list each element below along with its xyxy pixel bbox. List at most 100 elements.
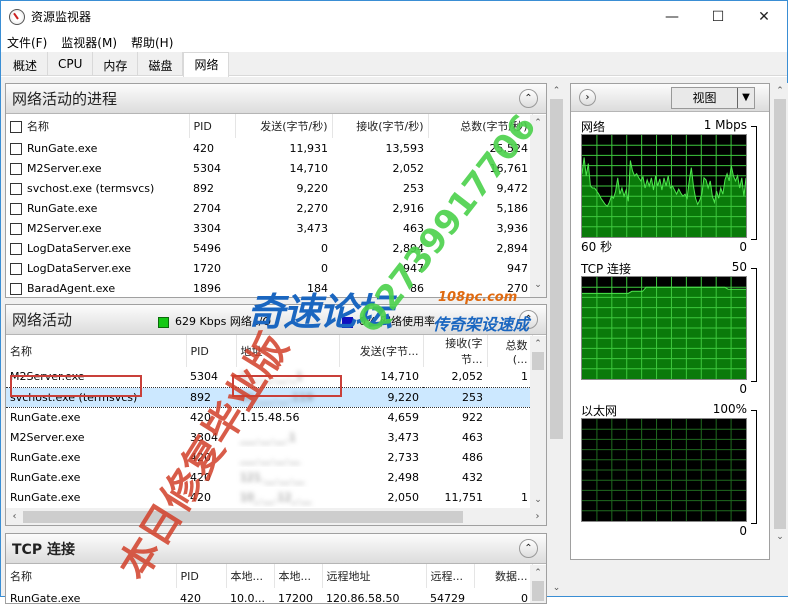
col-pid[interactable]: PID	[176, 564, 227, 588]
col-address[interactable]: 地址	[236, 335, 340, 367]
menu-file[interactable]: 文件(F)	[7, 34, 47, 51]
hscroll-thumb[interactable]	[23, 510, 463, 523]
process-name[interactable]: RunGate.exe	[6, 138, 189, 158]
process-row[interactable]: svchost.exe (termsvcs) 892 9,220 253 9,472	[6, 178, 532, 198]
col-name[interactable]: 名称	[6, 335, 187, 367]
select-all-checkbox[interactable]	[10, 121, 22, 133]
tcp-row[interactable]: RunGate.exe 420 10.0... 17200 120.86.58.50 54…	[6, 588, 532, 604]
scroll-down-icon[interactable]: ⌄	[530, 277, 546, 293]
process-row[interactable]: BaradAgent.exe 1896 184 86 270	[6, 278, 532, 297]
process-checkbox[interactable]	[10, 182, 22, 195]
scroll-thumb[interactable]	[532, 352, 544, 370]
collapse-icon[interactable]: ⌃	[519, 539, 538, 558]
process-checkbox[interactable]	[10, 142, 22, 155]
scroll-up-icon[interactable]: ⌃	[530, 565, 546, 581]
col-total[interactable]: 总数(...	[487, 335, 533, 367]
col-total[interactable]: 总数(字节/秒)	[428, 114, 533, 138]
scroll-thumb[interactable]	[550, 99, 563, 439]
scroll-thumb[interactable]	[532, 581, 544, 601]
tab-disk[interactable]: 磁盘	[138, 52, 184, 76]
collapse-icon[interactable]: ⌃	[519, 89, 538, 108]
activity-recv: 2,052	[451, 370, 484, 384]
col-local-port[interactable]: 本地...	[274, 564, 323, 588]
maximize-button[interactable]: ☐	[695, 1, 741, 32]
process-name[interactable]: LogDataServer.exe	[6, 238, 189, 258]
processes-scrollbar[interactable]: ⌃ ⌄	[530, 115, 546, 297]
col-local-addr[interactable]: 本地...	[226, 564, 275, 588]
col-name[interactable]: 名称	[6, 564, 177, 588]
process-pid: 1720	[193, 261, 221, 275]
activity-total	[487, 447, 532, 467]
chevron-right-icon[interactable]: ›	[579, 89, 596, 106]
scroll-up-icon[interactable]: ⌃	[530, 336, 546, 352]
scroll-left-icon[interactable]: ‹	[6, 511, 23, 522]
process-name[interactable]: M2Server.exe	[6, 218, 189, 238]
menu-help[interactable]: 帮助(H)	[131, 34, 173, 51]
activity-vscrollbar[interactable]: ⌃ ⌄	[530, 336, 546, 510]
activity-row[interactable]: RunGate.exe 420 1.15.48.56 4,659 922	[6, 407, 532, 427]
minimize-button[interactable]: —	[649, 1, 695, 32]
process-name[interactable]: LogDataServer.exe	[6, 258, 189, 278]
process-name[interactable]: RunGate.exe	[6, 198, 189, 218]
dropdown-arrow-icon[interactable]: ▼	[738, 88, 754, 108]
col-packet-loss[interactable]: 数据...	[474, 564, 533, 588]
col-recv[interactable]: 接收(字节/秒)	[332, 114, 429, 138]
process-row[interactable]: M2Server.exe 3304 3,473 463 3,936	[6, 218, 532, 238]
col-name[interactable]: 名称	[6, 114, 190, 138]
menu-monitor[interactable]: 监视器(M)	[61, 34, 117, 51]
process-checkbox[interactable]	[10, 222, 22, 235]
activity-hscrollbar[interactable]: ‹ ›	[6, 508, 546, 525]
activity-row[interactable]: RunGate.exe 420 121.__.__.__ 2,498 432	[6, 467, 532, 487]
scroll-down-icon[interactable]: ⌄	[548, 580, 565, 596]
process-checkbox[interactable]	[10, 242, 22, 255]
left-pane-scrollbar[interactable]: ⌃ ⌄	[548, 83, 565, 596]
process-total: 9,472	[496, 181, 529, 195]
process-name[interactable]: svchost.exe (termsvcs)	[6, 178, 189, 198]
process-row[interactable]: LogDataServer.exe 1720 0 947 947	[6, 258, 532, 278]
tab-cpu[interactable]: CPU	[48, 52, 94, 76]
tcp-remote-port: 54729	[430, 591, 465, 604]
process-row[interactable]: RunGate.exe 2704 2,270 2,916 5,186	[6, 198, 532, 218]
collapse-icon[interactable]: ⌃	[519, 310, 538, 329]
activity-row[interactable]: RunGate.exe 420 ___.__.__.__ 2,733 486	[6, 447, 532, 467]
scroll-thumb[interactable]	[774, 99, 786, 529]
process-name[interactable]: BaradAgent.exe	[6, 278, 189, 297]
col-send[interactable]: 发送(字节...	[339, 335, 424, 367]
close-button[interactable]: ✕	[741, 1, 787, 32]
tab-bar: 概述 CPU 内存 磁盘 网络	[1, 52, 787, 77]
scroll-up-icon[interactable]: ⌃	[548, 83, 565, 99]
process-checkbox[interactable]	[10, 162, 22, 175]
tcp-scrollbar[interactable]: ⌃	[530, 565, 546, 603]
col-remote-addr[interactable]: 远程地址	[322, 564, 427, 588]
tab-overview[interactable]: 概述	[3, 52, 49, 76]
activity-row[interactable]: M2Server.exe 3304 ___.__.__.1 3,473 463	[6, 427, 532, 447]
process-row[interactable]: RunGate.exe 420 11,931 13,593 25,524	[6, 138, 532, 158]
resource-monitor-icon	[9, 8, 25, 25]
scroll-right-icon[interactable]: ›	[529, 511, 546, 522]
activity-send: 4,659	[387, 410, 420, 424]
activity-row[interactable]: RunGate.exe 420 10_.__.12_.__ 2,050 11,751 1	[6, 487, 532, 507]
col-remote-port[interactable]: 远程...	[426, 564, 475, 588]
process-name[interactable]: M2Server.exe	[6, 158, 189, 178]
graph-pane-scrollbar[interactable]: ⌃ ⌄	[772, 83, 788, 596]
col-send[interactable]: 发送(字节/秒)	[235, 114, 333, 138]
scroll-down-icon[interactable]: ⌄	[772, 529, 788, 545]
network-activity-header[interactable]: 网络活动 629 Kbps 网络 I/O 0% 网络使用率 ⌃	[6, 305, 546, 335]
tab-memory[interactable]: 内存	[93, 52, 139, 76]
col-pid[interactable]: PID	[189, 114, 236, 138]
processes-panel-header[interactable]: 网络活动的进程 ⌃	[6, 84, 546, 114]
scroll-up-icon[interactable]: ⌃	[772, 83, 788, 99]
scroll-up-icon[interactable]: ⌃	[530, 115, 546, 131]
col-recv[interactable]: 接收(字节...	[423, 335, 488, 367]
view-button-label[interactable]: 视图	[672, 88, 738, 108]
col-pid[interactable]: PID	[186, 335, 237, 367]
process-row[interactable]: LogDataServer.exe 5496 0 2,894 2,894	[6, 238, 532, 258]
process-row[interactable]: M2Server.exe 5304 14,710 2,052 16,761	[6, 158, 532, 178]
tab-network[interactable]: 网络	[183, 52, 230, 77]
process-checkbox[interactable]	[10, 202, 22, 215]
view-dropdown[interactable]: 视图 ▼	[671, 87, 755, 109]
process-checkbox[interactable]	[10, 262, 22, 275]
tcp-panel-header[interactable]: TCP 连接 ⌃	[6, 534, 546, 564]
scroll-down-icon[interactable]: ⌄	[530, 492, 546, 508]
process-checkbox[interactable]	[10, 282, 22, 295]
